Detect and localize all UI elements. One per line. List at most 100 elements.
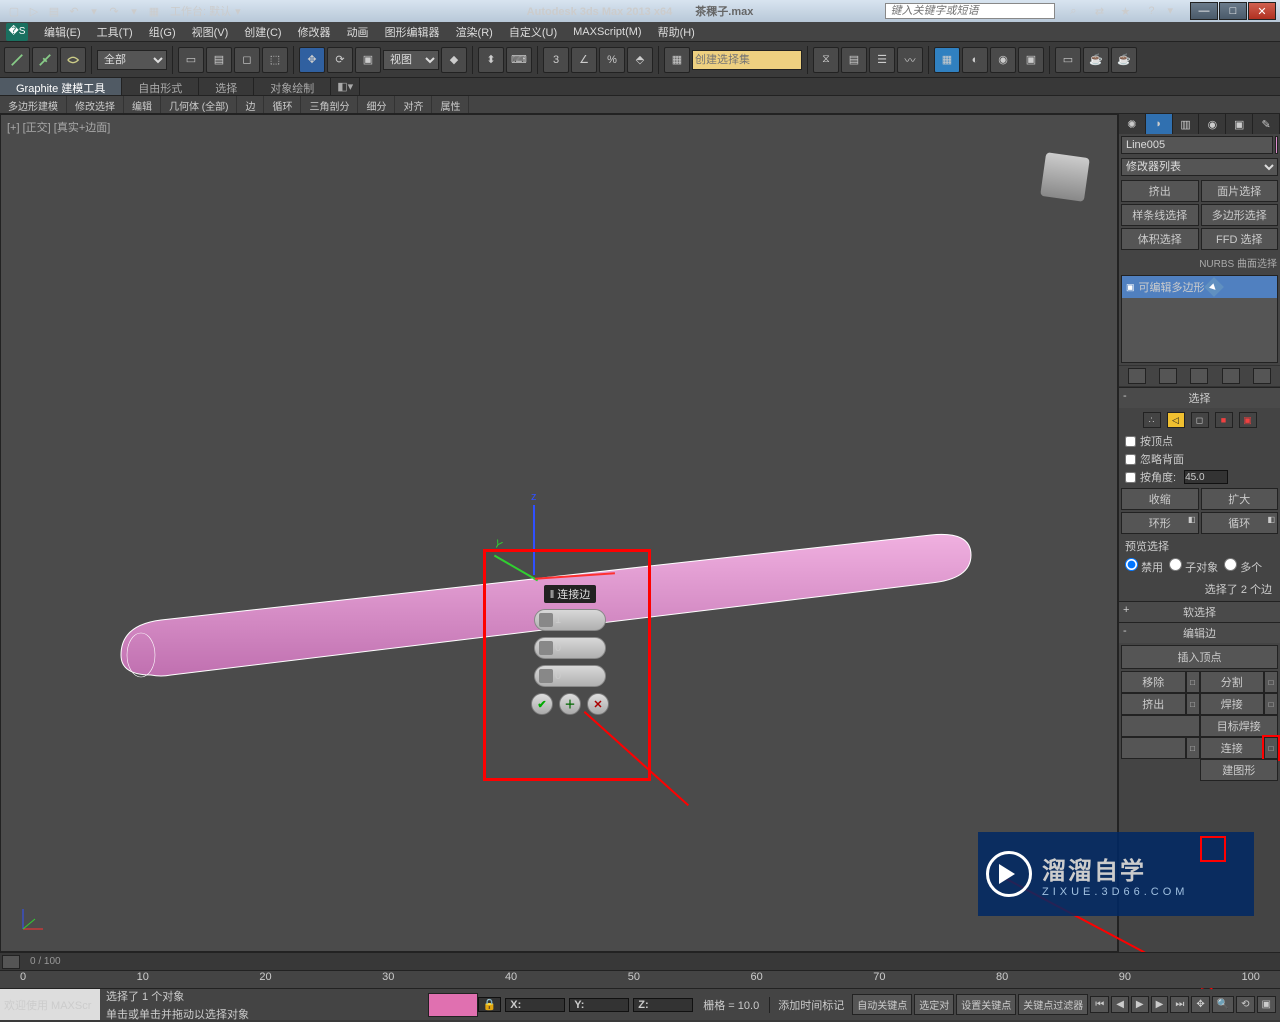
new-icon[interactable]: ▢ [7,4,21,18]
snap-2d-icon[interactable]: 3 [543,47,569,73]
btn-insert-vertex[interactable]: 插入顶点 [1121,645,1278,669]
track-bar[interactable]: 0 / 100 [0,952,1280,970]
modifier-list[interactable]: 修改器列表 [1121,158,1278,176]
pin-stack-icon[interactable] [1128,368,1146,384]
redo-icon[interactable]: ↷ [107,4,121,18]
btn-remove[interactable]: 移除 [1121,671,1186,693]
render-frame-icon[interactable]: ▣ [1018,47,1044,73]
cp-hierarchy-icon[interactable]: ▥ [1173,114,1200,134]
btn-polysel[interactable]: 多边形选择 [1201,204,1279,226]
ref-coord-select[interactable]: 视图 [383,50,439,70]
subobj-element-icon[interactable]: ▣ [1239,412,1257,428]
mirror-icon[interactable]: ⧖ [813,47,839,73]
radio-multi[interactable]: 多个 [1224,558,1262,575]
timeline[interactable]: 0 10 20 30 40 50 60 70 80 90 100 [0,970,1280,988]
tab-freeform[interactable]: 自由形式 [122,78,199,95]
lock-icon[interactable]: 🔒 [478,997,502,1012]
nav-pan-icon[interactable]: ✥ [1191,996,1209,1013]
menu-edit[interactable]: 编辑(E) [36,22,89,42]
coord-z[interactable]: Z: [633,998,693,1012]
menu-modifiers[interactable]: 修改器 [290,22,339,42]
viewcube[interactable] [1040,152,1090,202]
tab-paint[interactable]: 对象绘制 [254,78,331,95]
render-prod-icon[interactable]: ▭ [1055,47,1081,73]
teapot-icon[interactable]: ☕ [1083,47,1109,73]
tab-graphite[interactable]: Graphite 建模工具 [0,78,122,95]
caddy-apply-button[interactable]: ＋ [559,693,581,715]
trackbar-toggle-icon[interactable] [2,955,20,969]
bridge-settings-icon[interactable]: □ [1186,737,1200,759]
caddy-cancel-button[interactable]: ✕ [587,693,609,715]
cp-utility-icon[interactable]: ✎ [1253,114,1280,134]
cp-create-icon[interactable]: ✺ [1119,114,1146,134]
help-icon[interactable]: ? [1144,4,1158,18]
sub-edit[interactable]: 编辑 [124,96,161,113]
select-rect-icon[interactable]: ◻ [234,47,260,73]
add-time-tag[interactable]: 添加时间标记 [769,997,852,1013]
weld-settings-icon[interactable]: □ [1264,693,1278,715]
btn-split[interactable]: 分割 [1200,671,1265,693]
teapot2-icon[interactable]: ☕ [1111,47,1137,73]
subobj-border-icon[interactable]: ◻ [1191,412,1209,428]
radio-sub[interactable]: 子对象 [1169,558,1218,575]
link-icon[interactable]: ▦ [147,4,161,18]
subobj-poly-icon[interactable]: ■ [1215,412,1233,428]
binoculars-icon[interactable]: ⌕ [1066,4,1080,18]
caddy-title[interactable]: ‖ 连接边 [544,585,597,603]
send-icon[interactable]: ▶ [1204,277,1224,297]
btn-target-weld[interactable]: 目标焊接 [1200,715,1279,737]
subobj-edge-icon[interactable]: ◁ [1167,412,1185,428]
sub-geom[interactable]: 几何体 (全部) [161,96,237,113]
menu-group[interactable]: 组(G) [141,22,184,42]
save-icon[interactable]: ▤ [47,4,61,18]
select-window-icon[interactable]: ⬚ [262,47,288,73]
menu-tools[interactable]: 工具(T) [89,22,141,42]
selection-filter[interactable]: 全部 [97,50,167,70]
coord-y[interactable]: Y: [569,998,629,1012]
select-name-icon[interactable]: ▤ [206,47,232,73]
btn-extrude2[interactable]: 挤出 [1121,693,1186,715]
menu-help[interactable]: 帮助(H) [650,22,703,42]
close-button[interactable]: ✕ [1248,2,1276,20]
split-settings-icon[interactable]: □ [1264,671,1278,693]
play-start-icon[interactable]: ⏮ [1090,996,1109,1013]
stack-item-editable-poly[interactable]: 可编辑多边形▶ [1122,276,1277,298]
keyboard-icon[interactable]: ⌨ [506,47,532,73]
sub-subdiv[interactable]: 细分 [358,96,395,113]
sub-align[interactable]: 对齐 [395,96,432,113]
viewport[interactable]: [+] [正交] [真实+边面] ‖ 连接边 1 0 0 ✔ ＋ ✕ [0,114,1118,952]
btn-loop[interactable]: 循环 [1201,512,1279,534]
link-tool-icon[interactable] [4,47,30,73]
sub-modsel[interactable]: 修改选择 [67,96,124,113]
sub-edge[interactable]: 边 [237,96,264,113]
named-selection-input[interactable] [692,50,802,70]
undo-icon[interactable]: ↶ [67,4,81,18]
coord-x[interactable]: X: [505,998,565,1012]
extrude-settings-icon[interactable]: □ [1186,693,1200,715]
btn-extrude[interactable]: 挤出 [1121,180,1199,202]
ribbon-expand-icon[interactable]: ◧▾ [331,78,360,95]
caddy-segments-spinner[interactable]: 1 [534,609,606,631]
rollout-editedge[interactable]: 编辑边 [1119,623,1280,643]
selected-label[interactable]: 选定对 [914,994,954,1015]
search-input[interactable] [885,3,1055,19]
rollout-selection[interactable]: 选择 [1119,388,1280,408]
unique-icon[interactable] [1190,368,1208,384]
rotate-tool-icon[interactable]: ⟳ [327,47,353,73]
btn-ffdsel[interactable]: FFD 选择 [1201,228,1279,250]
btn-splinesel[interactable]: 样条线选择 [1121,204,1199,226]
chk-by-angle[interactable] [1125,472,1136,483]
subobj-vertex-icon[interactable]: ∴ [1143,412,1161,428]
key-filter-button[interactable]: 关键点过滤器 [1018,994,1088,1015]
caddy-ok-button[interactable]: ✔ [531,693,553,715]
unlink-tool-icon[interactable] [32,47,58,73]
chk-ignore-back[interactable] [1125,454,1136,465]
play-prev-icon[interactable]: ◀ [1111,996,1129,1013]
chevron-down-icon[interactable]: ▾ [235,5,241,18]
chevron-down-icon[interactable]: ▾ [1167,4,1173,18]
snap-percent-icon[interactable]: % [599,47,625,73]
nav-max-icon[interactable]: ▣ [1257,996,1276,1013]
remove-mod-icon[interactable] [1222,368,1240,384]
object-name-input[interactable] [1121,136,1273,154]
connect-settings-icon[interactable]: □ [1264,737,1278,759]
